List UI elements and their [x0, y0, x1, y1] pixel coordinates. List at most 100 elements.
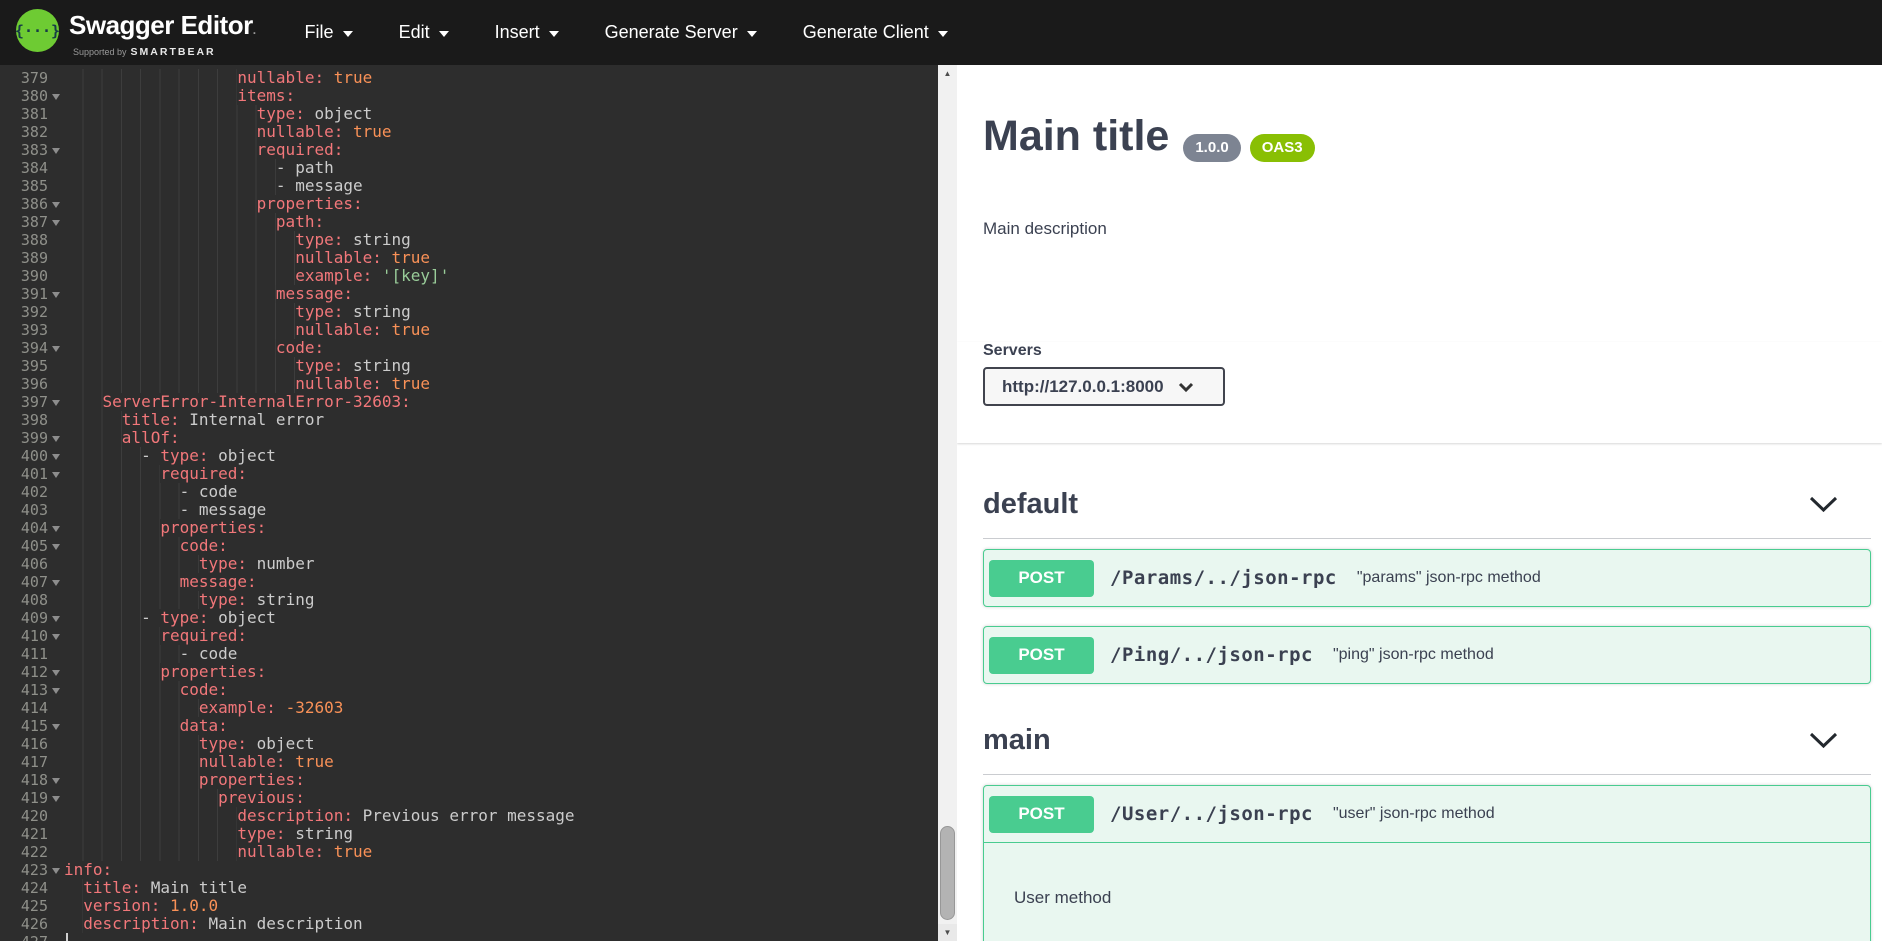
- fold-toggle-icon[interactable]: [52, 94, 60, 100]
- menu-generate-client[interactable]: Generate Client: [780, 0, 971, 65]
- editor-line: 418 properties:: [0, 771, 938, 789]
- fold-toggle-icon[interactable]: [52, 526, 60, 532]
- method-badge: POST: [989, 795, 1094, 833]
- fold-toggle-icon[interactable]: [52, 724, 60, 730]
- fold-toggle-icon[interactable]: [52, 472, 60, 478]
- code-text: type: string: [64, 591, 938, 609]
- gutter-cell: [48, 465, 64, 483]
- code-text: - code: [64, 645, 938, 663]
- editor-scrollbar[interactable]: ▲ ▼: [938, 65, 957, 941]
- swagger-editor-brand[interactable]: {···} Swagger Editor. Supported by SMARTB…: [0, 7, 256, 58]
- fold-toggle-icon[interactable]: [52, 688, 60, 694]
- opblock-summary[interactable]: POST/User/../json-rpc "user" json-rpc met…: [984, 786, 1870, 842]
- code-text: nullable: true: [64, 321, 938, 339]
- fold-toggle-icon[interactable]: [52, 220, 60, 226]
- editor-line: 426 description: Main description: [0, 915, 938, 933]
- oas3-badge: OAS3: [1249, 134, 1315, 162]
- fold-toggle-icon[interactable]: [52, 544, 60, 550]
- code-text: items:: [64, 87, 938, 105]
- yaml-editor[interactable]: 379 nullable: true 380 items: 381 type: ob…: [0, 65, 938, 941]
- gutter-cell: [48, 123, 64, 141]
- menu-caret-down-icon: [937, 31, 948, 37]
- tag-header-default[interactable]: default: [983, 488, 1871, 539]
- fold-toggle-icon[interactable]: [52, 580, 60, 586]
- operations-sections: default POST/Params/../json-rpc "params" j…: [957, 488, 1882, 941]
- menu-caret-down-icon: [438, 31, 449, 37]
- code-text: type: object: [64, 105, 938, 123]
- gutter-cell: [48, 177, 64, 195]
- api-title-row: Main title 1.0.0 OAS3: [983, 112, 1856, 162]
- opblock--user-json-rpc[interactable]: POST/User/../json-rpc "user" json-rpc met…: [983, 785, 1871, 941]
- gutter-cell: [48, 411, 64, 429]
- gutter-cell: [48, 573, 64, 591]
- operation-summary: "params" json-rpc method: [1356, 569, 1541, 586]
- editor-line: 425 version: 1.0.0: [0, 897, 938, 915]
- fold-toggle-icon[interactable]: [52, 796, 60, 802]
- code-text: properties:: [64, 771, 938, 789]
- gutter-cell: [48, 69, 64, 87]
- gutter-cell: [48, 231, 64, 249]
- editor-line: 422 nullable: true: [0, 843, 938, 861]
- code-text: previous:: [64, 789, 938, 807]
- fold-toggle-icon[interactable]: [52, 616, 60, 622]
- scrollbar-up-icon[interactable]: ▲: [938, 65, 957, 82]
- editor-line: 407 message:: [0, 573, 938, 591]
- fold-toggle-icon[interactable]: [52, 400, 60, 406]
- scrollbar-thumb[interactable]: [940, 826, 955, 920]
- opblock--params-json-rpc[interactable]: POST/Params/../json-rpc "params" json-rpc…: [983, 549, 1871, 607]
- fold-toggle-icon[interactable]: [52, 202, 60, 208]
- fold-toggle-icon[interactable]: [52, 436, 60, 442]
- opblock-body: User method: [984, 842, 1870, 941]
- menu-generate-server[interactable]: Generate Server: [582, 0, 780, 65]
- fold-toggle-icon[interactable]: [52, 634, 60, 640]
- operation-summary: "ping" json-rpc method: [1332, 646, 1494, 663]
- editor-line: 409 - type: object: [0, 609, 938, 627]
- menu-edit[interactable]: Edit: [376, 0, 472, 65]
- line-number: 386: [20, 195, 48, 213]
- gutter-cell: [48, 285, 64, 303]
- menu-insert[interactable]: Insert: [472, 0, 582, 65]
- gutter-cell: [48, 681, 64, 699]
- fold-toggle-icon[interactable]: [52, 868, 60, 874]
- fold-toggle-icon[interactable]: [52, 346, 60, 352]
- method-badge: POST: [989, 559, 1094, 597]
- line-number: 427: [0, 933, 48, 941]
- opblock--ping-json-rpc[interactable]: POST/Ping/../json-rpc "ping" json-rpc met…: [983, 626, 1871, 684]
- code-text: nullable: true: [64, 123, 938, 141]
- gutter-cell: [48, 159, 64, 177]
- code-text: nullable: true: [64, 375, 938, 393]
- fold-toggle-icon[interactable]: [52, 454, 60, 460]
- gutter-cell: [48, 105, 64, 123]
- editor-line: 404 properties:: [0, 519, 938, 537]
- code-text: description: Main description: [64, 915, 938, 933]
- fold-toggle-icon[interactable]: [52, 292, 60, 298]
- operation-path: /Params/../json-rpc: [1110, 567, 1337, 589]
- opblock-summary[interactable]: POST/Params/../json-rpc "params" json-rpc…: [984, 550, 1870, 606]
- swagger-logo-icon: {···}: [15, 9, 60, 52]
- editor-line: 401 required:: [0, 465, 938, 483]
- servers-select[interactable]: http://127.0.0.1:8000: [983, 367, 1225, 406]
- editor-line: 381 type: object: [0, 105, 938, 123]
- line-number: 426: [20, 915, 48, 933]
- fold-toggle-icon[interactable]: [52, 778, 60, 784]
- main-split: 379 nullable: true 380 items: 381 type: ob…: [0, 65, 1882, 941]
- editor-line: 395 type: string: [0, 357, 938, 375]
- gutter-cell: [48, 789, 64, 807]
- gutter-cell: [48, 555, 64, 573]
- menu-file[interactable]: File: [282, 0, 376, 65]
- code-text: - message: [64, 501, 938, 519]
- tag-section-default: default POST/Params/../json-rpc "params" j…: [983, 488, 1871, 684]
- code-text: properties:: [64, 195, 938, 213]
- line-number: 417: [20, 753, 48, 771]
- gutter-cell: [48, 645, 64, 663]
- code-text: nullable: true: [64, 753, 938, 771]
- line-number: 409: [20, 609, 48, 627]
- scrollbar-down-icon[interactable]: ▼: [938, 924, 957, 941]
- fold-toggle-icon[interactable]: [52, 148, 60, 154]
- editor-line: 390 example: '[key]': [0, 267, 938, 285]
- line-number: 424: [20, 879, 48, 897]
- code-text: type: string: [64, 231, 938, 249]
- tag-header-main[interactable]: main: [983, 724, 1871, 775]
- opblock-summary[interactable]: POST/Ping/../json-rpc "ping" json-rpc met…: [984, 627, 1870, 683]
- fold-toggle-icon[interactable]: [52, 670, 60, 676]
